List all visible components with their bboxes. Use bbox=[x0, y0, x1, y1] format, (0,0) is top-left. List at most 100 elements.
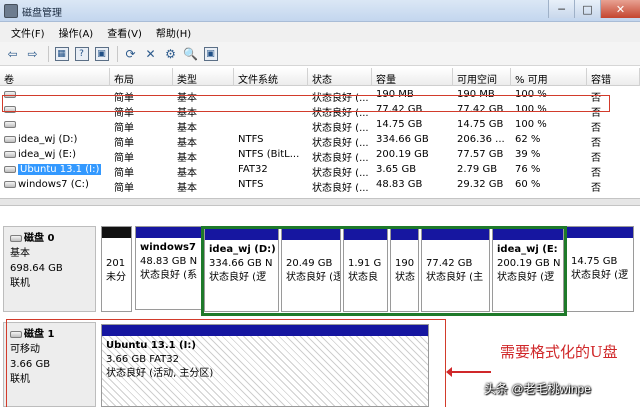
col-filesystem[interactable]: 文件系统 bbox=[234, 68, 308, 86]
partition-status: 状态良好 (逻 bbox=[497, 272, 555, 283]
menu-bar: 文件(F) 操作(A) 查看(V) 帮助(H) bbox=[0, 22, 640, 42]
cell-filesystem bbox=[234, 117, 308, 132]
cell-volume bbox=[0, 87, 110, 102]
disk-icon[interactable]: ▣ bbox=[203, 46, 218, 61]
volume-name: Ubuntu 13.1 (I:) bbox=[18, 164, 102, 175]
disk-1-type: 可移动 bbox=[10, 344, 40, 355]
menu-help[interactable]: 帮助(H) bbox=[149, 25, 198, 40]
disk-0-partition[interactable]: idea_wj (E: 200.19 GB N 状态良好 (逻 bbox=[492, 228, 564, 312]
partition-text: 14.75 GB 状态良好 (逻 bbox=[567, 238, 633, 283]
disk-0-partition[interactable]: windows7 48.83 GB N 状态良好 (系 bbox=[135, 226, 202, 310]
volume-name: idea_wj (E:) bbox=[18, 149, 77, 160]
cell-capacity: 3.65 GB bbox=[376, 164, 417, 175]
cell-capacity: 14.75 GB bbox=[376, 119, 423, 130]
app-icon bbox=[4, 4, 18, 18]
volume-icon bbox=[4, 136, 16, 143]
cell-pct-free: 39 % bbox=[515, 149, 541, 160]
close-button[interactable]: ✕ bbox=[600, 0, 640, 18]
partition-bar bbox=[391, 229, 418, 240]
disk-0-partition[interactable]: 77.42 GB 状态良好 (主 bbox=[421, 228, 490, 312]
disk-1-name: 磁盘 1 bbox=[24, 329, 55, 340]
partition-size: 1.91 G bbox=[348, 258, 382, 269]
col-type[interactable]: 类型 bbox=[173, 68, 234, 86]
col-status[interactable]: 状态 bbox=[308, 68, 372, 86]
disk-0-state: 联机 bbox=[10, 278, 30, 289]
minimize-button[interactable]: ─ bbox=[548, 0, 574, 18]
partition-status: 状态良好 (逻 bbox=[571, 270, 629, 281]
disk-1-partition[interactable]: Ubuntu 13.1 (I:) 3.66 GB FAT32 状态良好 (活动,… bbox=[101, 324, 429, 407]
disk-0-partition[interactable]: 1.91 G 状态良 bbox=[343, 228, 388, 312]
disk-0-partition[interactable]: 20.49 GB 状态良好 (逻 bbox=[281, 228, 341, 312]
maximize-button[interactable]: □ bbox=[574, 0, 600, 18]
disk-0-partition[interactable]: 201 未分 bbox=[101, 226, 132, 312]
partition-status: 未分 bbox=[106, 272, 126, 283]
search-icon[interactable]: 🔍 bbox=[182, 45, 199, 62]
cell-free: 29.32 GB bbox=[457, 179, 504, 190]
unallocated-bar bbox=[102, 227, 131, 238]
partition-text: 77.42 GB 状态良好 (主 bbox=[422, 240, 489, 285]
cell-free: 206.36 ... bbox=[457, 134, 505, 145]
table-row[interactable]: Ubuntu 13.1 (I:) 简单 基本 FAT32 状态良好 (... 3.65 G… bbox=[0, 162, 640, 177]
partition-size: 3.66 GB FAT32 bbox=[106, 354, 179, 365]
partition-bar bbox=[102, 325, 428, 336]
cell-fault-tolerance: 否 bbox=[591, 108, 601, 117]
forward-arrow-icon[interactable]: ⇨ bbox=[24, 45, 41, 62]
cell-pct-free: 100 % bbox=[515, 119, 547, 130]
cell-free: 190 MB bbox=[457, 89, 495, 100]
disk-1-label[interactable]: 磁盘 1 可移动 3.66 GB 联机 bbox=[3, 322, 96, 407]
menu-action[interactable]: 操作(A) bbox=[52, 25, 101, 40]
partition-status: 状态良好 (活动, 主分区) bbox=[106, 368, 214, 379]
settings-icon[interactable]: ⚙ bbox=[162, 45, 179, 62]
cell-volume: windows7 (C:) bbox=[0, 177, 110, 192]
cell-fault-tolerance: 否 bbox=[591, 183, 601, 192]
col-capacity[interactable]: 容量 bbox=[372, 68, 453, 86]
col-volume[interactable]: 卷 bbox=[0, 68, 110, 86]
disk-0-partition[interactable]: 190 状态 bbox=[390, 228, 419, 312]
menu-view[interactable]: 查看(V) bbox=[100, 25, 149, 40]
disk-0-partition[interactable]: idea_wj (D:) 334.66 GB N 状态良好 (逻 bbox=[204, 228, 279, 312]
volume-icon bbox=[4, 181, 16, 188]
cell-free: 77.57 GB bbox=[457, 149, 504, 160]
partition-name: Ubuntu 13.1 (I:) bbox=[106, 340, 196, 351]
help-icon[interactable]: ? bbox=[74, 46, 89, 61]
partition-bar bbox=[344, 229, 387, 240]
cell-pct-free: 62 % bbox=[515, 134, 541, 145]
back-arrow-icon[interactable]: ⇦ bbox=[4, 45, 21, 62]
annotation-arrow bbox=[446, 367, 491, 377]
cell-volume: idea_wj (D:) bbox=[0, 132, 110, 147]
window-controls: ─ □ ✕ bbox=[548, 0, 640, 18]
cell-fault-tolerance: 否 bbox=[591, 93, 601, 102]
table-row[interactable]: 简单 基本 状态良好 (... 14.75 GB 14.75 GB 100 % 否 bbox=[0, 117, 640, 132]
cell-capacity: 334.66 GB bbox=[376, 134, 429, 145]
partition-status: 状态良好 (系 bbox=[140, 270, 198, 281]
partition-text: 20.49 GB 状态良好 (逻 bbox=[282, 240, 340, 285]
refresh-icon[interactable]: ⟳ bbox=[122, 45, 139, 62]
delete-icon[interactable]: ✕ bbox=[142, 45, 159, 62]
pane-splitter[interactable] bbox=[0, 198, 640, 206]
cell-status: 状态良好 (... bbox=[312, 123, 369, 132]
table-row[interactable]: idea_wj (E:) 简单 基本 NTFS (BitL... 状态良好 (... 20… bbox=[0, 147, 640, 162]
col-fault-tolerance[interactable]: 容错 bbox=[587, 68, 640, 86]
volume-icon bbox=[4, 121, 16, 128]
disk-0-partition[interactable]: 14.75 GB 状态良好 (逻 bbox=[566, 226, 634, 312]
cell-type: 基本 bbox=[177, 123, 197, 132]
toolbar-separator bbox=[117, 45, 118, 62]
disk-icon[interactable]: ▣ bbox=[94, 46, 109, 61]
table-row[interactable]: 简单 基本 状态良好 (... 190 MB 190 MB 100 % 否 bbox=[0, 87, 640, 102]
table-row[interactable]: idea_wj (D:) 简单 基本 NTFS 状态良好 (... 334.66 GB 20… bbox=[0, 132, 640, 147]
cell-status: 状态良好 (... bbox=[312, 93, 369, 102]
cell-type: 基本 bbox=[177, 138, 197, 147]
cell-status: 状态良好 (... bbox=[312, 153, 369, 162]
col-layout[interactable]: 布局 bbox=[110, 68, 173, 86]
properties-icon[interactable]: ▦ bbox=[54, 46, 69, 61]
volume-icon bbox=[4, 151, 16, 158]
table-row[interactable]: windows7 (C:) 简单 基本 NTFS 状态良好 (... 48.83 GB 29… bbox=[0, 177, 640, 192]
col-free[interactable]: 可用空间 bbox=[453, 68, 511, 86]
partition-status: 状态良好 (逻 bbox=[209, 272, 267, 283]
cell-status: 状态良好 (... bbox=[312, 183, 369, 192]
disk-0-label[interactable]: 磁盘 0 基本 698.64 GB 联机 bbox=[3, 226, 96, 312]
col-pct-free[interactable]: % 可用 bbox=[511, 68, 587, 86]
cell-capacity: 48.83 GB bbox=[376, 179, 423, 190]
table-row[interactable]: 简单 基本 状态良好 (... 77.42 GB 77.42 GB 100 % 否 bbox=[0, 102, 640, 117]
menu-file[interactable]: 文件(F) bbox=[4, 25, 52, 40]
